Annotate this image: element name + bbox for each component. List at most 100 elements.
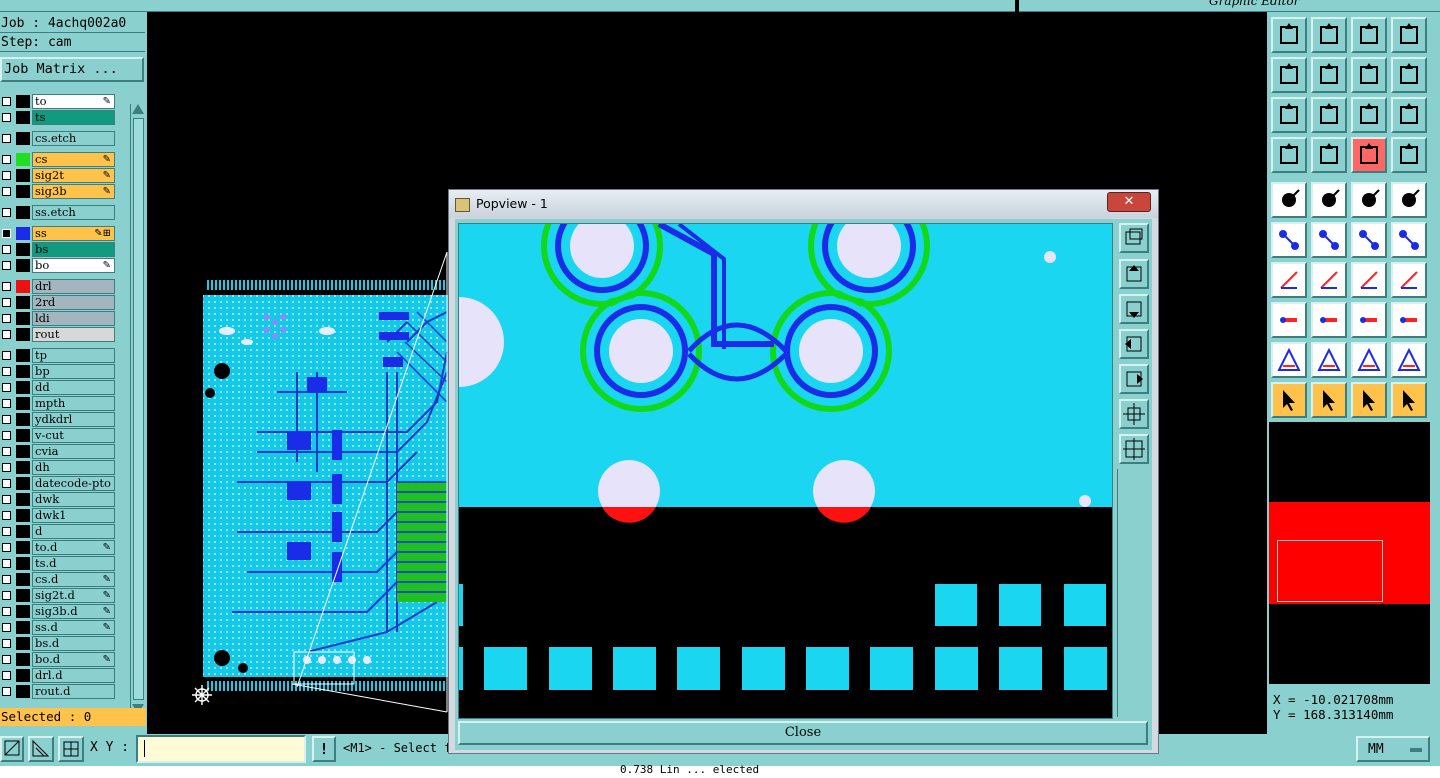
layer-color-swatch[interactable] xyxy=(16,95,30,108)
layer-checkbox[interactable] xyxy=(2,298,11,307)
layer-name[interactable]: ss.etch xyxy=(32,205,115,220)
layer-row-ss[interactable]: ss ✎⊞ xyxy=(0,226,116,241)
tool-help-button[interactable] xyxy=(1391,97,1427,133)
layer-row-ydkdrl[interactable]: ydkdrl xyxy=(0,412,116,427)
layer-name[interactable]: dwk1 xyxy=(32,508,115,523)
layer-row-sig2t[interactable]: sig2t ✎ xyxy=(0,168,116,183)
scroll-up-icon[interactable] xyxy=(132,104,144,114)
layer-color-swatch[interactable] xyxy=(16,381,30,394)
tool-text-a4-button[interactable] xyxy=(1391,342,1427,378)
tool-pad-red-button[interactable] xyxy=(1271,302,1307,338)
layer-name[interactable]: dh xyxy=(32,460,115,475)
layer-row-cvia[interactable]: cvia xyxy=(0,444,116,459)
layer-row-ss.etch[interactable]: ss.etch xyxy=(0,205,116,220)
tool-open-down-button[interactable] xyxy=(1311,17,1347,53)
tool-route-a-button[interactable] xyxy=(1351,137,1387,173)
layer-checkbox[interactable] xyxy=(2,511,11,520)
layer-row-tp[interactable]: tp xyxy=(0,348,116,363)
layer-color-swatch[interactable] xyxy=(16,397,30,410)
layer-checkbox[interactable] xyxy=(2,229,11,238)
layer-name[interactable]: ts xyxy=(32,110,115,125)
measure-button[interactable] xyxy=(28,736,54,762)
layer-color-swatch[interactable] xyxy=(16,637,30,650)
layer-name[interactable]: cs.etch xyxy=(32,131,115,146)
layer-checkbox[interactable] xyxy=(2,591,11,600)
tool-text-a2-button[interactable] xyxy=(1311,342,1347,378)
layer-row-ss.d[interactable]: ss.d ✎ xyxy=(0,620,116,635)
layer-color-swatch[interactable] xyxy=(16,259,30,272)
layer-name[interactable]: sig2t.d ✎ xyxy=(32,588,115,603)
layer-name[interactable]: drl xyxy=(32,279,115,294)
layer-checkbox[interactable] xyxy=(2,113,11,122)
layer-row-mpth[interactable]: mpth xyxy=(0,396,116,411)
layer-color-swatch[interactable] xyxy=(16,589,30,602)
layer-name[interactable]: mpth xyxy=(32,396,115,411)
layer-checkbox[interactable] xyxy=(2,330,11,339)
layer-color-swatch[interactable] xyxy=(16,477,30,490)
layer-checkbox[interactable] xyxy=(2,479,11,488)
tool-cluster-button[interactable] xyxy=(1391,302,1427,338)
zoom-window-button[interactable] xyxy=(0,736,24,762)
layer-color-swatch[interactable] xyxy=(16,653,30,666)
layer-color-swatch[interactable] xyxy=(16,685,30,698)
layer-checkbox[interactable] xyxy=(2,575,11,584)
job-matrix-button[interactable]: Job Matrix ... xyxy=(0,57,144,82)
layer-name[interactable]: cs ✎ xyxy=(32,152,115,167)
layer-name[interactable]: ydkdrl xyxy=(32,412,115,427)
tool-route-b-button[interactable] xyxy=(1391,137,1427,173)
layer-name[interactable]: bs.d xyxy=(32,636,115,651)
pan-down-button[interactable] xyxy=(1119,294,1149,324)
tool-mirror-button[interactable] xyxy=(1391,262,1427,298)
layer-checkbox[interactable] xyxy=(2,671,11,680)
layer-row-datecode-pto[interactable]: datecode-pto xyxy=(0,476,116,491)
layer-checkbox[interactable] xyxy=(2,607,11,616)
layer-color-swatch[interactable] xyxy=(16,349,30,362)
layer-name[interactable]: bo ✎ xyxy=(32,258,115,273)
layer-row-sig3b.d[interactable]: sig3b.d ✎ xyxy=(0,604,116,619)
tool-rotate-button[interactable] xyxy=(1351,262,1387,298)
popview-titlebar[interactable]: Popview - 1 xyxy=(449,190,1158,218)
layer-row-ts[interactable]: ts xyxy=(0,110,116,125)
layer-color-swatch[interactable] xyxy=(16,111,30,124)
tool-pointer-oct-button[interactable] xyxy=(1351,382,1387,418)
scroll-thumb[interactable] xyxy=(133,118,144,700)
layer-color-swatch[interactable] xyxy=(16,541,30,554)
layer-color-swatch[interactable] xyxy=(16,605,30,618)
layer-row-ts.d[interactable]: ts.d xyxy=(0,556,116,571)
layer-checkbox[interactable] xyxy=(2,655,11,664)
layer-name[interactable]: datecode-pto xyxy=(32,476,115,491)
layer-row-2rd[interactable]: 2rd xyxy=(0,295,116,310)
xy-input[interactable] xyxy=(136,735,306,763)
layer-checkbox[interactable] xyxy=(2,431,11,440)
layer-checkbox[interactable] xyxy=(2,282,11,291)
tool-line-draw-button[interactable] xyxy=(1311,262,1347,298)
layer-checkbox[interactable] xyxy=(2,351,11,360)
tool-pad-add-button[interactable] xyxy=(1271,182,1307,218)
layer-row-sig3b[interactable]: sig3b ✎ xyxy=(0,184,116,199)
layer-row-cs.d[interactable]: cs.d ✎ xyxy=(0,572,116,587)
tool-pointer-box-button[interactable] xyxy=(1311,382,1347,418)
layer-name[interactable]: ldi xyxy=(32,311,115,326)
layer-color-swatch[interactable] xyxy=(16,525,30,538)
layer-color-swatch[interactable] xyxy=(16,621,30,634)
tool-angle-button[interactable] xyxy=(1271,262,1307,298)
layer-row-bo.d[interactable]: bo.d ✎ xyxy=(0,652,116,667)
layer-checkbox[interactable] xyxy=(2,463,11,472)
layer-checkbox[interactable] xyxy=(2,208,11,217)
tool-pointer-button[interactable] xyxy=(1271,382,1307,418)
layer-color-swatch[interactable] xyxy=(16,185,30,198)
layer-row-bs[interactable]: bs xyxy=(0,242,116,257)
layer-row-d[interactable]: d xyxy=(0,524,116,539)
popview-canvas[interactable] xyxy=(458,223,1113,719)
layer-row-bs.d[interactable]: bs.d xyxy=(0,636,116,651)
tool-ruler-button[interactable] xyxy=(1351,182,1387,218)
layer-row-bo[interactable]: bo ✎ xyxy=(0,258,116,273)
layer-color-swatch[interactable] xyxy=(16,280,30,293)
layer-name[interactable]: d xyxy=(32,524,115,539)
layer-name[interactable]: to ✎ xyxy=(32,94,115,109)
tool-layers-button[interactable] xyxy=(1391,57,1427,93)
units-select[interactable]: MM xyxy=(1356,736,1430,762)
layer-checkbox[interactable] xyxy=(2,314,11,323)
layer-checkbox[interactable] xyxy=(2,623,11,632)
layer-row-to.d[interactable]: to.d ✎ xyxy=(0,540,116,555)
